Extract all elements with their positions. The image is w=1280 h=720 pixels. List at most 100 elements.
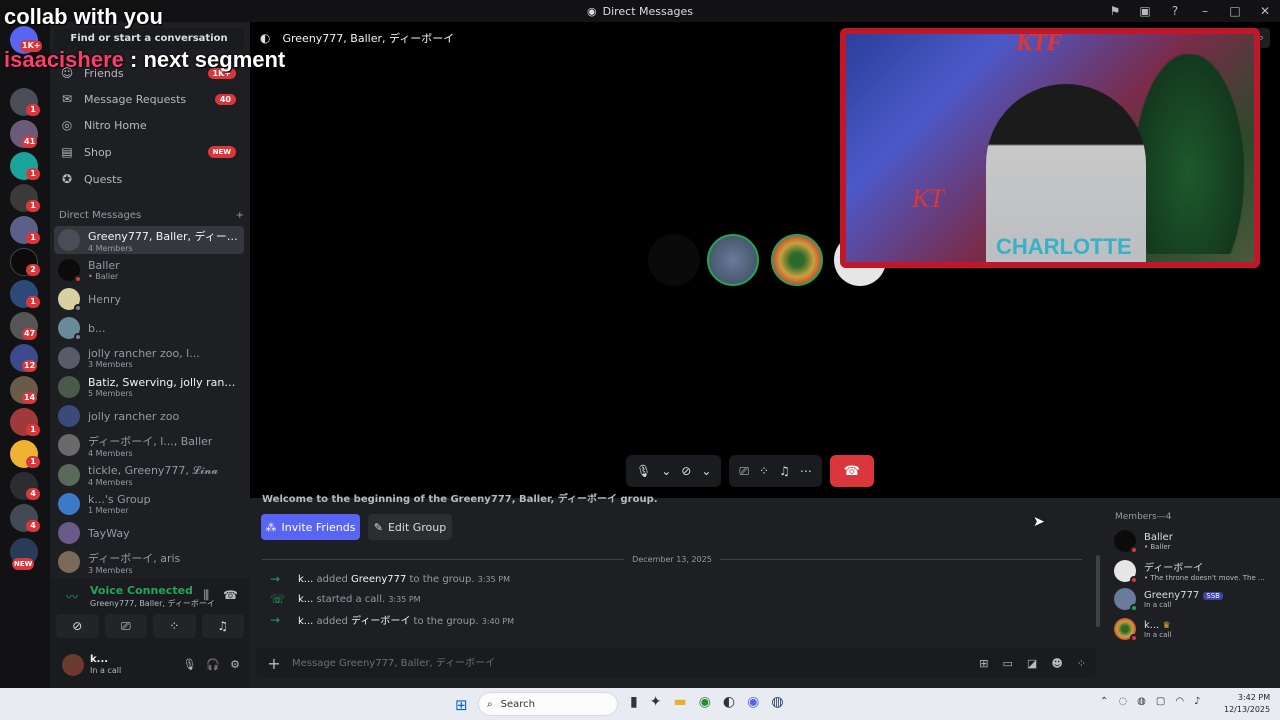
chrome-icon[interactable]: ◉ — [699, 694, 711, 710]
dm-item[interactable]: b... — [54, 314, 244, 342]
minimize-button[interactable]: – — [1190, 4, 1220, 18]
wifi-icon[interactable]: ◠ — [1175, 696, 1184, 707]
dm-name: jolly rancher zoo — [88, 409, 180, 423]
msg-tail: to the group. — [409, 573, 475, 585]
member-item[interactable]: k... ♛ In a call — [1114, 618, 1171, 642]
gif-icon[interactable]: ▭ — [1003, 657, 1013, 670]
tray-icon[interactable]: ◍ — [1137, 696, 1146, 707]
tray-icon[interactable]: ▢ — [1156, 696, 1165, 707]
chevron-down-icon[interactable]: ⌄ — [701, 464, 711, 478]
scrollbar[interactable] — [1096, 555, 1100, 627]
add-attachment-icon[interactable]: + — [256, 654, 292, 673]
soundboard-button[interactable]: ♫ — [201, 614, 244, 638]
dm-item[interactable]: Henry — [54, 285, 244, 313]
msg-action: added — [316, 573, 348, 585]
dm-item[interactable]: ディーボーイ, aris 3 Members — [54, 548, 244, 576]
dm-item[interactable]: tickle, Greeny777, 𝓛𝓲𝓷𝓪 4 Members — [54, 461, 244, 489]
user-panel[interactable]: k... In a call 🎙 🎧 ⚙ — [50, 646, 250, 686]
title-bar: ◉ Direct Messages ⚑ ▣ ? – □ ✕ — [0, 0, 1280, 22]
msg-actor[interactable]: k... — [298, 594, 313, 605]
msg-target[interactable]: Greeny777 — [351, 574, 406, 585]
member-item[interactable]: ディーボーイ • The throne doesn't move. The ... — [1114, 559, 1265, 584]
dm-item[interactable]: Batiz, Swerving, jolly rancher ...5 Memb… — [54, 373, 244, 401]
noise-suppression-icon[interactable]: ⫼ — [204, 588, 210, 603]
soundboard-icon[interactable]: ♫ — [779, 464, 790, 478]
activities-icon[interactable]: ⁘ — [759, 464, 769, 478]
app-icon[interactable]: ◐ — [723, 694, 735, 710]
inbox-icon[interactable]: ⚑ — [1100, 4, 1130, 18]
gear-icon[interactable]: ⚙ — [230, 658, 240, 671]
nav-nitro-home[interactable]: ◎ Nitro Home — [54, 112, 244, 138]
tray-icon[interactable]: ◌ — [1118, 696, 1127, 707]
chevron-down-icon[interactable]: ⌄ — [661, 464, 671, 478]
screen-share-button[interactable]: ⎚ — [104, 614, 147, 638]
disconnect-icon[interactable]: ☎ — [223, 588, 238, 603]
member-status: In a call — [1144, 600, 1172, 609]
msg-actor[interactable]: k... — [298, 574, 313, 585]
nav-label: Shop — [84, 145, 112, 159]
msg-actor[interactable]: k... — [298, 616, 313, 627]
dm-item[interactable]: ディーボーイ, l..., Baller 4 Members — [54, 431, 244, 459]
taskbar-search[interactable]: ⌕ Search — [478, 692, 618, 716]
voice-channel[interactable]: Greeny777, Baller, ディーボーイ — [90, 598, 215, 609]
dm-item[interactable]: k...'s Group 1 Member — [54, 490, 244, 518]
date-label: December 13, 2025 — [632, 555, 712, 564]
member-item[interactable]: Greeny777 SSB In a call — [1114, 588, 1223, 612]
steam-icon[interactable]: ◍ — [771, 694, 783, 710]
volume-icon[interactable]: ♪ — [1194, 696, 1200, 707]
rail-badge: 1 — [26, 456, 40, 468]
shirt-text: CHARLOTTE — [996, 234, 1132, 259]
edit-group-button[interactable]: ✎ Edit Group — [368, 514, 452, 540]
participant-avatar[interactable] — [771, 234, 823, 286]
emoji-icon[interactable]: ☻ — [1051, 657, 1062, 670]
close-button[interactable]: ✕ — [1250, 4, 1280, 18]
camera-off-icon[interactable]: ⊘ — [681, 464, 691, 478]
dm-item[interactable]: jolly rancher zoo, l... 3 Members — [54, 344, 244, 372]
screen-icon[interactable]: ▣ — [1130, 4, 1160, 18]
apps-icon[interactable]: ⁘ — [1077, 657, 1086, 670]
folder-icon[interactable]: ▬ — [673, 694, 686, 710]
dm-name: ディーボーイ, l..., Baller — [88, 434, 213, 448]
maximize-button[interactable]: □ — [1220, 4, 1250, 18]
chevron-up-icon[interactable]: ⌃ — [1100, 696, 1108, 707]
dm-item[interactable]: TayWay — [54, 519, 244, 547]
activities-button[interactable]: ⁘ — [153, 614, 196, 638]
rail-badge: 2 — [26, 264, 40, 276]
nav-message-requests[interactable]: ✉ Message Requests 40 — [54, 86, 244, 112]
sticker-icon[interactable]: ◪ — [1027, 657, 1037, 670]
nav-label: Nitro Home — [84, 118, 147, 132]
message-input[interactable] — [292, 657, 932, 669]
member-item[interactable]: Baller • Baller — [1114, 530, 1173, 554]
participant-avatar[interactable] — [648, 234, 700, 286]
gift-icon[interactable]: ⊞ — [979, 657, 988, 670]
create-dm-icon[interactable]: + — [236, 210, 244, 221]
rail-badge: 1 — [26, 232, 40, 244]
rail-badge: 14 — [22, 392, 38, 404]
headphones-icon[interactable]: 🎧 — [206, 658, 220, 671]
camera-off-button[interactable]: ⊘ — [56, 614, 99, 638]
copilot-icon[interactable]: ✦ — [650, 694, 662, 710]
participant-avatar[interactable] — [707, 234, 759, 286]
more-icon[interactable]: ⋯ — [800, 464, 812, 478]
discord-icon[interactable]: ◉ — [747, 694, 759, 710]
help-icon[interactable]: ? — [1160, 4, 1190, 18]
windows-start-icon[interactable]: ⊞ — [455, 696, 468, 714]
nav-shop[interactable]: ▤ Shop NEW — [54, 139, 244, 165]
dm-avatar — [58, 464, 80, 486]
microphone-icon[interactable]: 🎙 — [182, 658, 196, 671]
invite-friends-button[interactable]: ⁂ Invite Friends — [261, 514, 360, 540]
dm-header-label: Direct Messages — [59, 210, 142, 221]
screen-share-icon[interactable]: ⎚ — [739, 464, 749, 479]
dm-avatar — [58, 551, 80, 573]
member-name: Greeny777 — [1144, 589, 1200, 601]
msg-target[interactable]: ディーボーイ — [351, 616, 410, 627]
dm-item[interactable]: Baller • Baller — [54, 256, 244, 284]
dm-name: Greeny777, Baller, ディーボーイ... — [88, 229, 238, 243]
dm-item[interactable]: jolly rancher zoo — [54, 402, 244, 430]
clock[interactable]: 3:42 PM 12/13/2025 — [1224, 692, 1270, 716]
nav-quests[interactable]: ✪ Quests — [54, 166, 244, 192]
file-icon[interactable]: ▮ — [630, 694, 638, 710]
microphone-icon[interactable]: 🎙 — [636, 464, 651, 478]
dm-item[interactable]: Greeny777, Baller, ディーボーイ...4 Members — [54, 226, 244, 254]
end-call-button[interactable]: ☎ — [829, 455, 874, 487]
